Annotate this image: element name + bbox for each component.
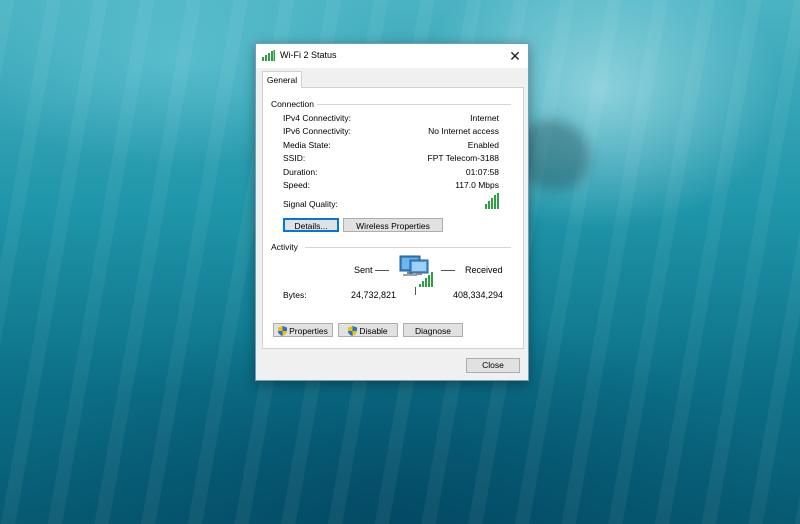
ssid-label: SSID: — [283, 153, 306, 163]
properties-button-label: Properties — [289, 326, 328, 336]
network-computers-icon — [399, 255, 433, 287]
window-title: Wi-Fi 2 Status — [280, 50, 337, 60]
signal-quality-label: Signal Quality: — [283, 199, 338, 209]
sent-line — [375, 270, 389, 271]
speed-label: Speed: — [283, 180, 310, 190]
ssid-value: FPT Telecom-3188 — [427, 153, 500, 163]
wallpaper-shadow — [520, 120, 590, 190]
ipv4-value: Internet — [470, 113, 499, 123]
bytes-label: Bytes: — [283, 290, 307, 300]
shield-icon — [278, 326, 288, 336]
title-bar[interactable]: Wi-Fi 2 Status ✕ — [256, 44, 528, 68]
close-icon[interactable]: ✕ — [502, 44, 528, 68]
ipv6-label: IPv6 Connectivity: — [283, 126, 352, 136]
shield-icon — [348, 326, 358, 336]
general-panel: Connection IPv4 Connectivity: Internet I… — [262, 87, 524, 349]
signal-bars-icon — [485, 193, 503, 209]
ipv4-label: IPv4 Connectivity: — [283, 113, 352, 123]
diagnose-button[interactable]: Diagnose — [403, 323, 463, 337]
details-button[interactable]: Details... — [283, 218, 339, 232]
received-label: Received — [465, 265, 503, 275]
close-button[interactable]: Close — [466, 358, 520, 373]
disable-button-label: Disable — [359, 326, 388, 336]
tab-general[interactable]: General — [262, 71, 302, 88]
activity-group-label: Activity — [271, 242, 301, 252]
received-line — [441, 270, 455, 271]
wireless-properties-button[interactable]: Wireless Properties — [343, 218, 443, 232]
bytes-sent-value: 24,732,821 — [351, 290, 397, 300]
properties-button[interactable]: Properties — [273, 323, 333, 337]
bytes-received-value: 408,334,294 — [452, 290, 503, 300]
speed-value: 117.0 Mbps — [455, 180, 499, 190]
wifi-signal-icon — [262, 50, 275, 61]
ipv6-value: No Internet access — [428, 126, 499, 136]
disable-button[interactable]: Disable — [338, 323, 398, 337]
duration-label: Duration: — [283, 167, 318, 177]
connection-group-label: Connection — [271, 99, 318, 109]
activity-divider — [305, 247, 511, 248]
connection-divider — [315, 104, 511, 105]
media-state-label: Media State: — [283, 140, 331, 150]
sent-label: Sent — [354, 265, 373, 275]
media-state-value: Enabled — [467, 140, 499, 150]
wifi-status-dialog: Wi-Fi 2 Status ✕ General Connection IPv4… — [255, 43, 529, 381]
activity-tick — [415, 287, 416, 295]
duration-value: 01:07:58 — [465, 167, 499, 177]
